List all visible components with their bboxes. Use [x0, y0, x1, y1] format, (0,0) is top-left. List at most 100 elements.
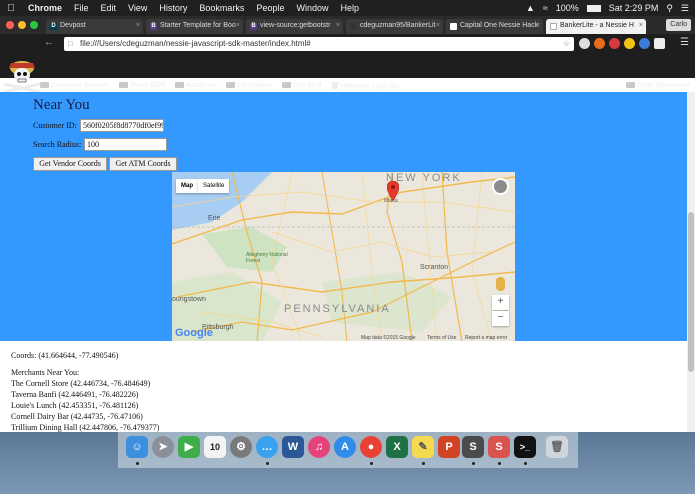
itunes-icon[interactable]: ♫	[308, 436, 330, 458]
google-map[interactable]: Map Satellite NEW YORK Ithaca Erie Alleg…	[172, 172, 515, 342]
wifi-icon[interactable]: ≈	[543, 3, 548, 13]
running-indicator	[498, 462, 501, 465]
powerpoint-icon[interactable]: P	[438, 436, 460, 458]
map-type-map-button[interactable]: Map	[176, 179, 198, 193]
zoom-out-button[interactable]: −	[492, 311, 509, 326]
tab-github-bankerlite[interactable]: cdeguzman95/BankerLit ×	[346, 19, 443, 34]
zoom-in-button[interactable]: +	[492, 295, 509, 310]
extension-icon-6[interactable]	[654, 38, 665, 49]
bookmark-other[interactable]: Other Bookmarks	[625, 54, 691, 89]
battery-percent[interactable]: 100%	[556, 3, 579, 13]
app-icon[interactable]: S	[488, 436, 510, 458]
bookmark-texas-am[interactable]: Texas A&M	[118, 54, 165, 89]
bookmark-fun-stuff[interactable]: Fun Stuff	[282, 54, 322, 89]
apple-icon[interactable]: 	[0, 3, 22, 14]
merchant-item: Trillium Dining Hall (42.447806, -76.479…	[11, 423, 160, 432]
tab-close-icon[interactable]: ×	[536, 22, 540, 29]
volume-icon[interactable]: ▲	[526, 3, 535, 13]
customer-id-label: Customer ID:	[33, 121, 77, 130]
tab-capital-one[interactable]: Capital One Nessie Hack ×	[446, 19, 543, 34]
map-label-pennsylvania: PENNSYLVANIA	[284, 303, 391, 315]
close-window-icon[interactable]	[6, 21, 14, 29]
finder-icon[interactable]: ☺	[126, 436, 148, 458]
bookmark-information[interactable]: Information	[226, 54, 272, 89]
clock[interactable]: Sat 2:29 PM	[609, 3, 659, 13]
battery-icon[interactable]	[586, 4, 601, 12]
notification-center-icon[interactable]: ☰	[681, 3, 689, 14]
page-title: Near You	[33, 97, 90, 113]
trash-icon[interactable]: 🗑	[546, 436, 568, 458]
stickies-icon[interactable]: ✎	[412, 436, 434, 458]
pirate-skull-icon	[3, 61, 41, 94]
menu-history[interactable]: History	[153, 3, 193, 13]
tab-close-icon[interactable]: ×	[136, 22, 140, 29]
map-type-satellite-button[interactable]: Satellite	[198, 179, 230, 193]
google-logo: Google	[175, 327, 213, 339]
menu-edit[interactable]: Edit	[95, 3, 123, 13]
spotlight-icon[interactable]: ⚲	[666, 3, 673, 14]
tab-devpost[interactable]: D Devpost ×	[46, 19, 143, 34]
chrome-menu-icon[interactable]: ☰	[680, 37, 689, 48]
macos-menu-bar:  Chrome File Edit View History Bookmark…	[0, 0, 695, 16]
calendar-icon[interactable]: 10	[204, 436, 226, 458]
minimize-window-icon[interactable]	[18, 21, 26, 29]
extension-icon-4[interactable]	[624, 38, 635, 49]
launchpad-icon[interactable]: ➤	[152, 436, 174, 458]
address-bar[interactable]: □ file:///Users/cdeguzman/nessie-javascr…	[64, 37, 574, 51]
excel-icon[interactable]: X	[386, 436, 408, 458]
tab-close-icon[interactable]: ×	[436, 22, 440, 29]
tab-close-icon[interactable]: ×	[236, 22, 240, 29]
get-atm-coords-button[interactable]: Get ATM Coords	[109, 157, 177, 171]
address-text: file:///Users/cdeguzman/nessie-javascrip…	[80, 39, 311, 48]
customer-id-input[interactable]: 560f0205f8d8770df0ef99	[80, 119, 164, 132]
terminal-icon[interactable]: >_	[514, 436, 536, 458]
street-view-avatar-icon[interactable]	[492, 178, 509, 195]
bookmark-academic[interactable]: Academic	[174, 54, 216, 89]
tab-close-icon[interactable]: ×	[336, 22, 340, 29]
tab-bankerlite-active[interactable]: BankerLite - a Nessie H ×	[546, 19, 646, 34]
page-icon	[331, 82, 338, 89]
extension-icon-5[interactable]	[639, 38, 650, 49]
tab-view-source[interactable]: B view-source:getbootstr ×	[246, 19, 343, 34]
sublime-text-icon[interactable]: S	[462, 436, 484, 458]
menu-people[interactable]: People	[250, 3, 290, 13]
bookmark-computer-science[interactable]: Computer Science	[40, 54, 109, 89]
chrome-icon[interactable]: ●	[360, 436, 382, 458]
merchant-item: The Cornell Store (42.446734, -76.484649…	[11, 379, 151, 388]
search-radius-label: Search Radius:	[33, 140, 82, 149]
bookmark-star-icon[interactable]: ☆	[563, 37, 570, 51]
results-section: Coords: (41.664644, -77.490546) Merchant…	[0, 341, 687, 433]
running-indicator	[524, 462, 527, 465]
tab-close-icon[interactable]: ×	[639, 22, 643, 29]
tab-label: cdeguzman95/BankerLit	[360, 22, 436, 29]
tab-starter-template[interactable]: B Starter Template for Boo ×	[146, 19, 243, 34]
zoom-window-icon[interactable]	[30, 21, 38, 29]
map-label-erie: Erie	[208, 215, 221, 222]
search-radius-input[interactable]: 100	[84, 138, 167, 151]
get-vendor-coords-button[interactable]: Get Vendor Coords	[33, 157, 107, 171]
extension-icon-1[interactable]	[579, 38, 590, 49]
map-marker-icon[interactable]	[387, 181, 399, 201]
back-arrow-icon[interactable]: ←	[44, 37, 54, 48]
running-indicator	[370, 462, 373, 465]
bookmark-remove-login[interactable]: +Remove Login fro	[331, 54, 399, 90]
page-scrollbar[interactable]	[687, 92, 695, 432]
pegman-icon[interactable]	[496, 277, 505, 291]
menu-bookmarks[interactable]: Bookmarks	[193, 3, 250, 13]
running-indicator	[136, 462, 139, 465]
menu-view[interactable]: View	[122, 3, 153, 13]
tab-label: Starter Template for Boo	[160, 22, 236, 29]
scrollbar-thumb[interactable]	[688, 212, 694, 372]
extension-icon-3[interactable]	[609, 38, 620, 49]
system-preferences-icon[interactable]: ⚙	[230, 436, 252, 458]
word-icon[interactable]: W	[282, 436, 304, 458]
menu-file[interactable]: File	[68, 3, 95, 13]
menu-help[interactable]: Help	[334, 3, 365, 13]
menu-window[interactable]: Window	[290, 3, 334, 13]
messages-icon[interactable]: …	[256, 436, 278, 458]
profile-button[interactable]: Carlo	[666, 19, 691, 31]
app-store-icon[interactable]: A	[334, 436, 356, 458]
extension-icon-2[interactable]	[594, 38, 605, 49]
menu-app-chrome[interactable]: Chrome	[22, 3, 68, 13]
facetime-icon[interactable]: ▶	[178, 436, 200, 458]
